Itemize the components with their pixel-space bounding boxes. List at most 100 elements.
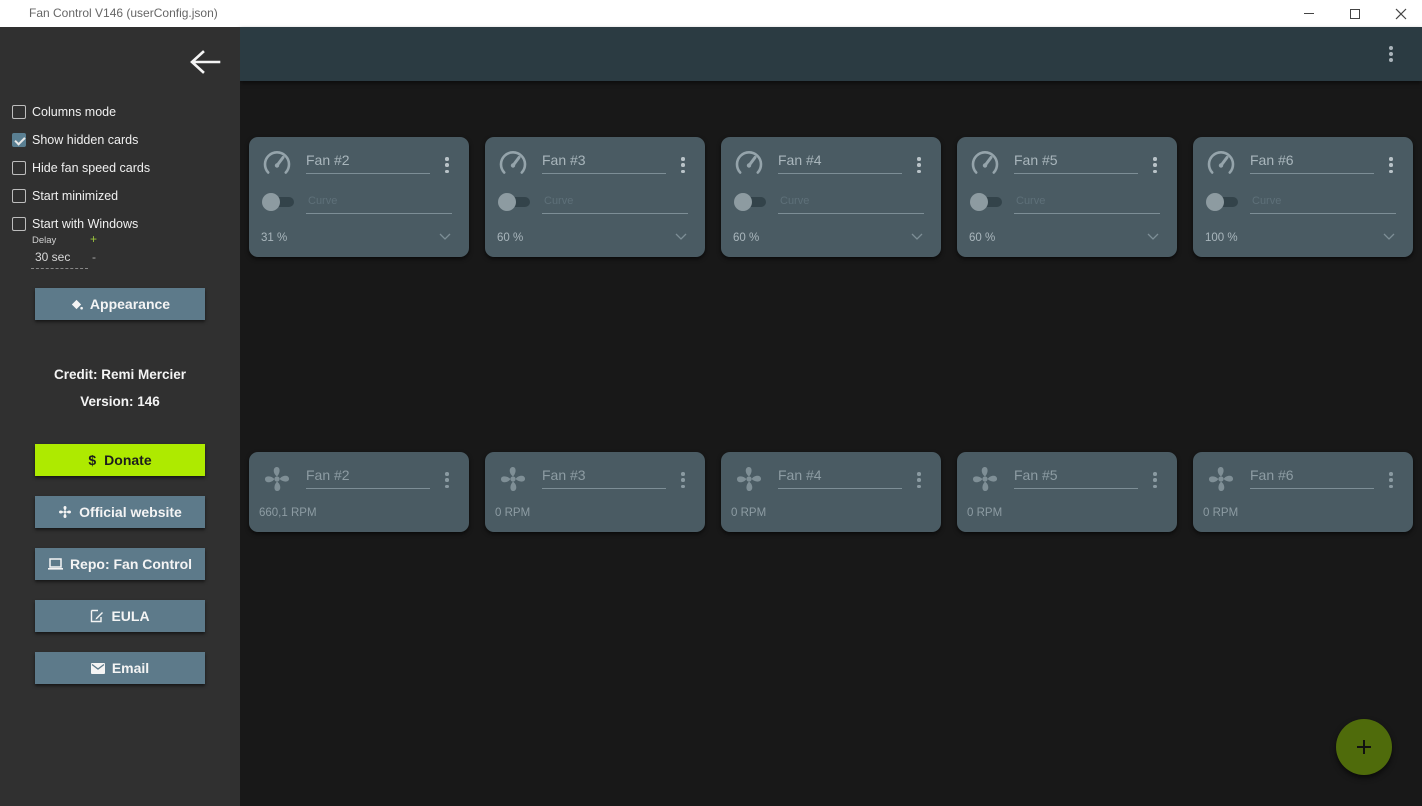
email-button[interactable]: Email [35,652,205,684]
chevron-down-icon[interactable] [439,233,451,241]
more-vert-icon[interactable] [1152,472,1158,488]
maximize-button[interactable] [1332,0,1378,27]
delay-increase-button[interactable]: + [90,232,97,246]
paint-bucket-icon [71,299,83,310]
curve-select[interactable]: Curve [1014,195,1160,214]
plus-icon [1357,740,1371,754]
appearance-button[interactable]: Appearance [35,288,205,320]
option-show-hidden-cards[interactable]: Show hidden cards [12,132,138,148]
fan-name-input[interactable]: Fan #4 [778,467,902,489]
minimize-icon [1304,13,1314,14]
fan-icon [59,506,72,518]
close-icon [1395,8,1407,19]
fan-name-input[interactable]: Fan #4 [778,152,902,174]
fan-name-input[interactable]: Fan #3 [542,152,666,174]
window-title: Fan Control V146 (userConfig.json) [29,6,218,20]
repo-button[interactable]: Repo: Fan Control [35,548,205,580]
chevron-down-icon[interactable] [675,233,687,241]
fan-percent: 31 % [261,232,288,244]
arrow-left-icon[interactable] [188,49,222,75]
fan-percent: 60 % [969,232,996,244]
minimize-button[interactable] [1286,0,1332,27]
maximize-icon [1350,8,1360,19]
more-vert-icon[interactable] [916,157,922,173]
more-vert-icon[interactable] [680,472,686,488]
fan-rpm: 0 RPM [731,507,767,519]
fan-name-input[interactable]: Fan #3 [542,467,666,489]
fan-name-input[interactable]: Fan #6 [1250,152,1374,174]
fan-name-input[interactable]: Fan #6 [1250,467,1374,489]
fan-name-input[interactable]: Fan #2 [306,152,430,174]
speed-card[interactable]: Fan #4 0 RPM [721,452,941,532]
chevron-down-icon[interactable] [1383,233,1395,241]
checkbox[interactable] [12,189,26,203]
speedometer-icon [1207,151,1235,174]
delay-decrease-button[interactable]: - [92,250,96,264]
more-vert-icon[interactable] [1388,472,1394,488]
checkbox-checked[interactable] [12,133,26,147]
window-titlebar: Fan Control V146 (userConfig.json) [0,0,1422,27]
more-vert-icon[interactable] [680,157,686,173]
chevron-down-icon[interactable] [1147,233,1159,241]
curve-select[interactable]: Curve [306,195,452,214]
email-icon [90,662,105,674]
enable-toggle[interactable] [734,193,768,211]
app-bar [240,27,1422,81]
donate-button[interactable]: $ Donate [35,444,205,476]
more-vert-icon[interactable] [1382,45,1400,63]
control-card[interactable]: Fan #4 Curve 60 % [721,137,941,257]
checkbox[interactable] [12,105,26,119]
enable-toggle[interactable] [262,193,296,211]
speedometer-icon [735,151,763,174]
laptop-icon [47,558,63,570]
enable-toggle[interactable] [970,193,1004,211]
fan-name-input[interactable]: Fan #5 [1014,467,1138,489]
option-start-with-windows[interactable]: Start with Windows [12,216,138,232]
speedometer-icon [499,151,527,174]
fan-name-input[interactable]: Fan #2 [306,467,430,489]
option-columns-mode[interactable]: Columns mode [12,104,116,120]
control-card[interactable]: Fan #2 Curve 31 % [249,137,469,257]
fan-icon [500,466,526,492]
curve-select[interactable]: Curve [542,195,688,214]
more-vert-icon[interactable] [444,472,450,488]
more-vert-icon[interactable] [1388,157,1394,173]
fan-percent: 60 % [733,232,760,244]
speed-card[interactable]: Fan #6 0 RPM [1193,452,1413,532]
curve-select[interactable]: Curve [1250,195,1396,214]
speed-card[interactable]: Fan #5 0 RPM [957,452,1177,532]
official-website-button[interactable]: Official website [35,496,205,528]
enable-toggle[interactable] [498,193,532,211]
option-hide-fan-speed-cards[interactable]: Hide fan speed cards [12,160,150,176]
fan-icon [1208,466,1234,492]
more-vert-icon[interactable] [916,472,922,488]
speed-card[interactable]: Fan #3 0 RPM [485,452,705,532]
add-button[interactable] [1336,719,1392,775]
checkbox[interactable] [12,217,26,231]
fan-icon [264,466,290,492]
fan-percent: 100 % [1205,232,1238,244]
control-card[interactable]: Fan #3 Curve 60 % [485,137,705,257]
dollar-icon: $ [88,452,97,468]
fan-icon [736,466,762,492]
control-card[interactable]: Fan #5 Curve 60 % [957,137,1177,257]
fan-percent: 60 % [497,232,524,244]
option-start-minimized[interactable]: Start minimized [12,188,118,204]
delay-input[interactable]: 30 sec [31,250,88,269]
speed-card[interactable]: Fan #2 660,1 RPM [249,452,469,532]
speedometer-icon [971,151,999,174]
control-card[interactable]: Fan #6 Curve 100 % [1193,137,1413,257]
more-vert-icon[interactable] [444,157,450,173]
checkbox[interactable] [12,161,26,175]
eula-button[interactable]: EULA [35,600,205,632]
more-vert-icon[interactable] [1152,157,1158,173]
document-edit-icon [91,609,104,623]
enable-toggle[interactable] [1206,193,1240,211]
credit-text: Credit: Remi Mercier [53,367,187,382]
fan-rpm: 0 RPM [1203,507,1239,519]
curve-select[interactable]: Curve [778,195,924,214]
close-button[interactable] [1378,0,1422,27]
fan-name-input[interactable]: Fan #5 [1014,152,1138,174]
chevron-down-icon[interactable] [911,233,923,241]
fan-rpm: 0 RPM [967,507,1003,519]
